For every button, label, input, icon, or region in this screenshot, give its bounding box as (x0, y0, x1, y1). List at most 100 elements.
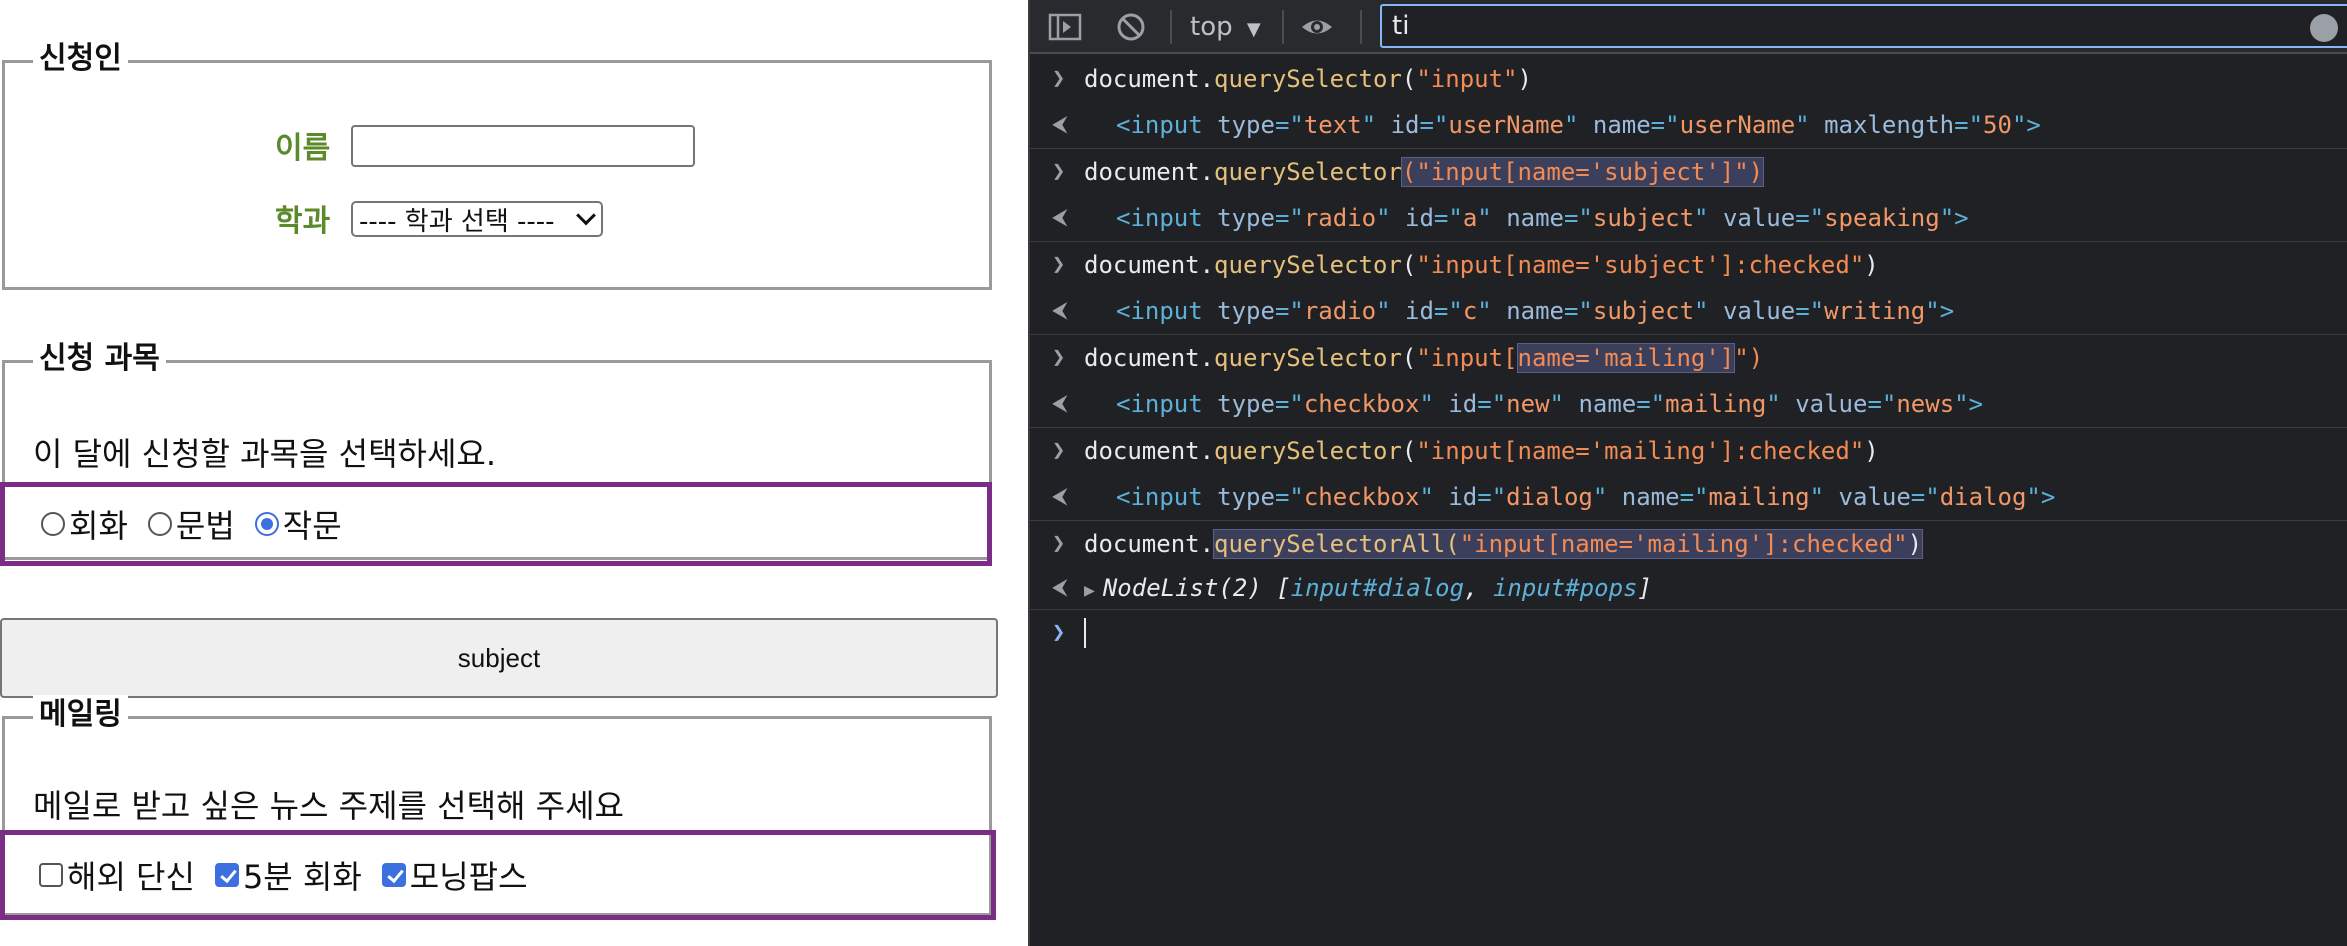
console-entry: ❯ document.querySelector("input[name='su… (1030, 242, 2347, 335)
radio-conversation[interactable] (41, 512, 65, 536)
mailing-options-row: 해외 단신 5분 회화 모닝팝스 (0, 830, 996, 920)
code-token: checkbox (1303, 483, 1420, 511)
result-arrow-icon: ⮜ (1052, 298, 1068, 323)
mailing-option-dialog[interactable]: 5분 회화 (214, 852, 362, 898)
console-output-line[interactable]: ⮜ <input type="radio" id="c" name="subje… (1030, 288, 2347, 334)
toolbar-separator (1282, 10, 1284, 44)
dropdown-arrow-icon: ▼ (1246, 19, 1261, 40)
console-output-line[interactable]: ⮜ <input type="radio" id="a" name="subje… (1030, 195, 2347, 241)
code-token: ") (1734, 344, 1764, 372)
context-label: top (1190, 12, 1233, 42)
console-output-line[interactable]: ⮜ <input type="text" id="userName" name=… (1030, 102, 2347, 148)
code-token: " (1549, 390, 1579, 418)
code-token: " (1419, 483, 1449, 511)
code-token: querySelector (1214, 158, 1402, 186)
code-token: mailing (1665, 390, 1767, 418)
code-token: "> (1939, 204, 1969, 232)
code-token: value (1722, 204, 1796, 232)
code-token: ] (1637, 574, 1652, 602)
checkbox-dialog[interactable] (214, 863, 239, 887)
code-token: "input[ (1416, 344, 1518, 372)
console-input-line[interactable]: ❯ document.querySelector("input[name='ma… (1030, 428, 2347, 474)
code-token: =" (1274, 297, 1304, 325)
input-prompt-icon: ❯ (1052, 345, 1066, 370)
code-token: " (1376, 204, 1406, 232)
console-input-line[interactable]: ❯ document.querySelector("input") (1030, 56, 2347, 102)
code-token: =" (1419, 111, 1449, 139)
console-output-line[interactable]: ⮜ <input type="checkbox" id="dialog" nam… (1030, 474, 2347, 520)
code-token: name (1621, 483, 1680, 511)
code-token: document. (1084, 437, 1215, 465)
code-token: userName (1448, 111, 1564, 139)
result-arrow-icon: ⮜ (1052, 484, 1068, 509)
eye-icon[interactable] (1300, 10, 1334, 44)
expand-triangle-icon[interactable]: ▶ (1084, 580, 1095, 601)
checkbox-pops[interactable] (381, 863, 406, 887)
code-token: =" (1563, 204, 1593, 232)
dept-label: 학과 (275, 204, 331, 239)
subject-option-label: 작문 (282, 507, 342, 545)
checkbox-overseas[interactable] (39, 863, 63, 887)
result-arrow-icon: ⮜ (1052, 205, 1068, 230)
code-token: "input" (1416, 65, 1518, 93)
subject-option-label: 문법 (175, 507, 235, 545)
code-token: "input[name='mailing']:checked" (1459, 530, 1908, 558)
subject-option-writing[interactable]: 작문 (254, 501, 342, 547)
mailing-option-label: 해외 단신 (67, 858, 195, 896)
code-token: document. (1084, 158, 1215, 186)
code-token: value (1722, 297, 1796, 325)
toolbar-separator (1360, 10, 1362, 44)
radio-writing[interactable] (254, 512, 279, 536)
code-token: " (1563, 111, 1593, 139)
code-token: " (1809, 483, 1839, 511)
console-output-line[interactable]: ⮜ <input type="checkbox" id="new" name="… (1030, 381, 2347, 427)
clear-filter-icon[interactable] (2310, 14, 2338, 42)
input-prompt-icon: ❯ (1052, 531, 1066, 556)
clear-console-icon[interactable] (1114, 10, 1148, 44)
dept-select[interactable]: ---- 학과 선택 ---- (351, 201, 603, 237)
console-input-line[interactable]: ❯ document.querySelectorAll("input[name=… (1030, 521, 2347, 567)
subject-option-grammar[interactable]: 문법 (147, 501, 235, 547)
console-input-line[interactable]: ❯ document.querySelector("input[name='ma… (1030, 335, 2347, 381)
mailing-option-overseas[interactable]: 해외 단신 (39, 852, 195, 898)
code-token: <input (1116, 111, 1218, 139)
code-token: new (1506, 390, 1550, 418)
applicant-legend: 신청인 (33, 39, 128, 79)
context-selector[interactable]: top ▼ (1190, 10, 1261, 47)
console-output-line[interactable]: ⮜ ▶ NodeList(2) [input#dialog, input#pops… (1030, 567, 2347, 609)
code-token: querySelector (1214, 344, 1402, 372)
code-token: =" (1910, 483, 1940, 511)
console-input-line[interactable]: ❯ document.querySelector("input[name='su… (1030, 242, 2347, 288)
code-token: " (1361, 111, 1391, 139)
code-token: radio (1303, 204, 1377, 232)
console-entry: ❯ document.querySelector("input[name='ma… (1030, 428, 2347, 521)
code-token: NodeList(2) [ (1102, 574, 1291, 602)
subject-options-row: 회화 문법 작문 (0, 482, 992, 566)
subject-button[interactable]: subject (0, 618, 998, 698)
code-token: =" (1795, 204, 1825, 232)
code-token: value (1795, 390, 1868, 418)
chevron-down-icon (576, 205, 596, 226)
code-token: =" (1274, 204, 1304, 232)
code-token: <input (1116, 297, 1218, 325)
mailing-option-pops[interactable]: 모닝팝스 (381, 852, 528, 898)
result-arrow-icon: ⮜ (1052, 112, 1068, 137)
radio-grammar[interactable] (147, 512, 172, 536)
mailing-option-label: 모닝팝스 (409, 858, 528, 896)
code-token: " (1376, 297, 1406, 325)
console-input-line[interactable]: ❯ document.querySelector("input[name='su… (1030, 149, 2347, 195)
code-token: =" (1274, 390, 1304, 418)
mailing-legend: 메일링 (33, 695, 128, 735)
applicant-fieldset: 신청인 이름 학과 ---- 학과 선택 ---- (2, 39, 992, 290)
sidebar-toggle-icon[interactable] (1048, 10, 1082, 44)
code-token: "> (2026, 483, 2056, 511)
console-prompt[interactable]: ❯ (1030, 610, 2347, 660)
subject-option-conversation[interactable]: 회화 (41, 501, 128, 547)
code-token: <input (1116, 204, 1218, 232)
console-filter-input[interactable]: ti (1380, 4, 2347, 48)
code-token: value (1838, 483, 1911, 511)
code-token: id (1405, 204, 1434, 232)
name-input[interactable] (351, 125, 695, 167)
code-token: ) (1864, 437, 1879, 465)
result-arrow-icon: ⮜ (1052, 575, 1068, 600)
